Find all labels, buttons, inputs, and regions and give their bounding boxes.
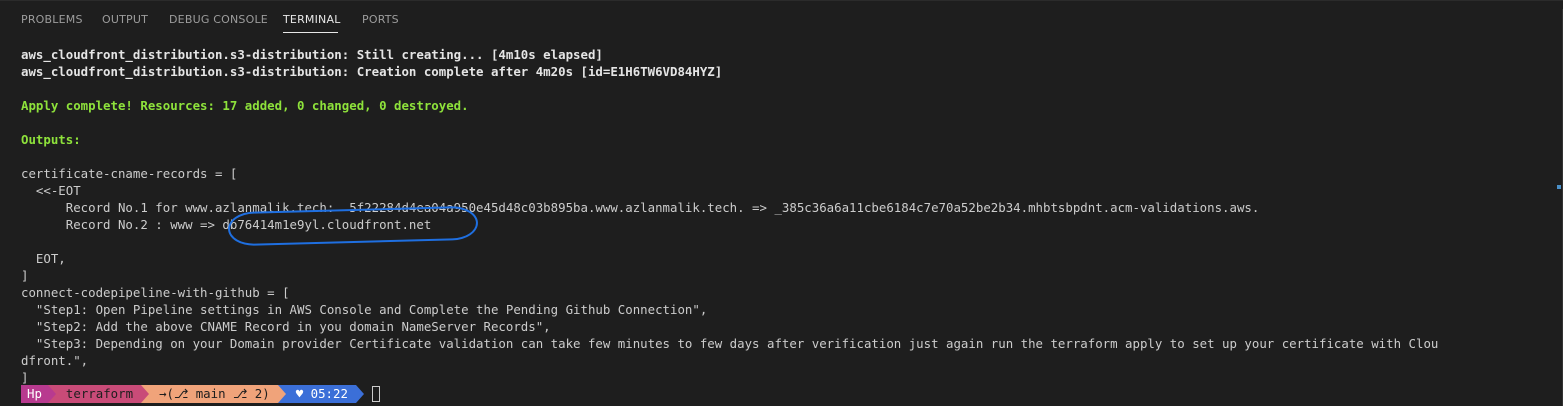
terminal-line: connect-codepipeline-with-github = [ [21,285,290,300]
terminal-line: <<-EOT [21,183,81,198]
prompt-directory-segment: terraform [55,385,142,403]
prompt-separator [355,385,364,403]
tab-ports[interactable]: PORTS [362,13,399,26]
terminal-line-record-2: Record No.2 : www => db76414m1e9yl.cloud… [21,216,1541,233]
terminal-panel: PROBLEMS OUTPUT DEBUG CONSOLE TERMINAL P… [0,0,1563,406]
terminal-output[interactable]: aws_cloudfront_distribution.s3-distribut… [21,46,1541,386]
record-2-prefix: Record No.2 : www => [21,217,223,232]
outputs-heading: Outputs: [21,132,81,147]
prompt-separator [141,385,150,403]
terminal-line: aws_cloudfront_distribution.s3-distribut… [21,47,603,62]
terminal-line: "Step1: Open Pipeline settings in AWS Co… [21,302,708,317]
terminal-line: certificate-cname-records = [ [21,166,238,181]
terminal-line: ] [21,268,29,283]
prompt-user-segment: Hp [21,385,48,403]
terminal-line: "Step2: Add the above CNAME Record in yo… [21,319,551,334]
prompt-git-segment: →(⎇ main ⎇ 2) [149,385,278,403]
cloudfront-domain-value: db76414m1e9yl.cloudfront.net [222,217,432,232]
shell-prompt: Hp terraform →(⎇ main ⎇ 2) ♥ 05:22 [21,385,380,403]
terminal-cursor[interactable] [371,386,380,402]
prompt-separator [277,385,286,403]
scrollbar-marker[interactable] [1557,185,1561,189]
apply-complete-line: Apply complete! Resources: 17 added, 0 c… [21,98,469,113]
terminal-line: dfront.", [21,353,89,368]
tab-output[interactable]: OUTPUT [102,13,148,26]
terminal-line: ] [21,370,29,385]
tab-terminal[interactable]: TERMINAL [283,13,341,26]
tab-debug-console[interactable]: DEBUG CONSOLE [169,13,268,26]
tab-problems[interactable]: PROBLEMS [21,13,83,26]
terminal-line: "Step3: Depending on your Domain provide… [21,336,1439,351]
terminal-line: aws_cloudfront_distribution.s3-distribut… [21,64,723,79]
terminal-line: Record No.1 for www.azlanmalik.tech: 5f2… [21,200,1260,215]
panel-tab-bar: PROBLEMS OUTPUT DEBUG CONSOLE TERMINAL P… [0,1,1563,39]
prompt-time-segment: ♥ 05:22 [285,385,356,403]
active-tab-indicator [283,32,338,33]
prompt-separator [47,385,56,403]
terminal-line: EOT, [21,251,66,266]
